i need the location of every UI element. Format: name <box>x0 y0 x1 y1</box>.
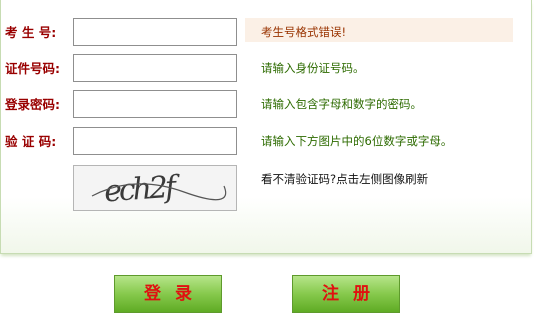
captcha-input[interactable] <box>73 127 237 155</box>
captcha-hint: 请输入下方图片中的6位数字或字母。 <box>261 134 453 148</box>
exam-number-row: 考 生 号: 考生号格式错误! <box>1 18 533 48</box>
password-row: 登录密码: 请输入包含字母和数字的密码。 <box>1 90 533 120</box>
id-number-label: 证件号码: <box>5 61 60 76</box>
captcha-row: 验 证 码: 请输入下方图片中的6位数字或字母。 <box>1 127 533 157</box>
exam-number-input[interactable] <box>73 18 237 46</box>
captcha-glyphs: ech2f <box>91 169 227 209</box>
id-number-hint: 请输入身份证号码。 <box>261 61 365 75</box>
register-button[interactable]: 注册 <box>292 275 400 313</box>
password-label: 登录密码: <box>5 97 60 112</box>
captcha-text: ech2f <box>103 169 182 209</box>
captcha-label: 验 证 码: <box>5 134 57 149</box>
login-form-panel: 考 生 号: 考生号格式错误! 证件号码: 请输入身份证号码。 登录密码: 请输… <box>0 0 532 254</box>
id-number-input[interactable] <box>73 54 237 82</box>
exam-number-label: 考 生 号: <box>5 25 57 40</box>
password-input[interactable] <box>73 90 237 118</box>
password-hint: 请输入包含字母和数字的密码。 <box>261 97 422 111</box>
captcha-image[interactable]: ech2f <box>73 165 237 211</box>
login-button[interactable]: 登录 <box>114 275 222 313</box>
exam-number-error: 考生号格式错误! <box>261 25 347 39</box>
captcha-refresh-text: 看不清验证码?点击左侧图像刷新 <box>261 172 429 186</box>
id-number-row: 证件号码: 请输入身份证号码。 <box>1 54 533 84</box>
